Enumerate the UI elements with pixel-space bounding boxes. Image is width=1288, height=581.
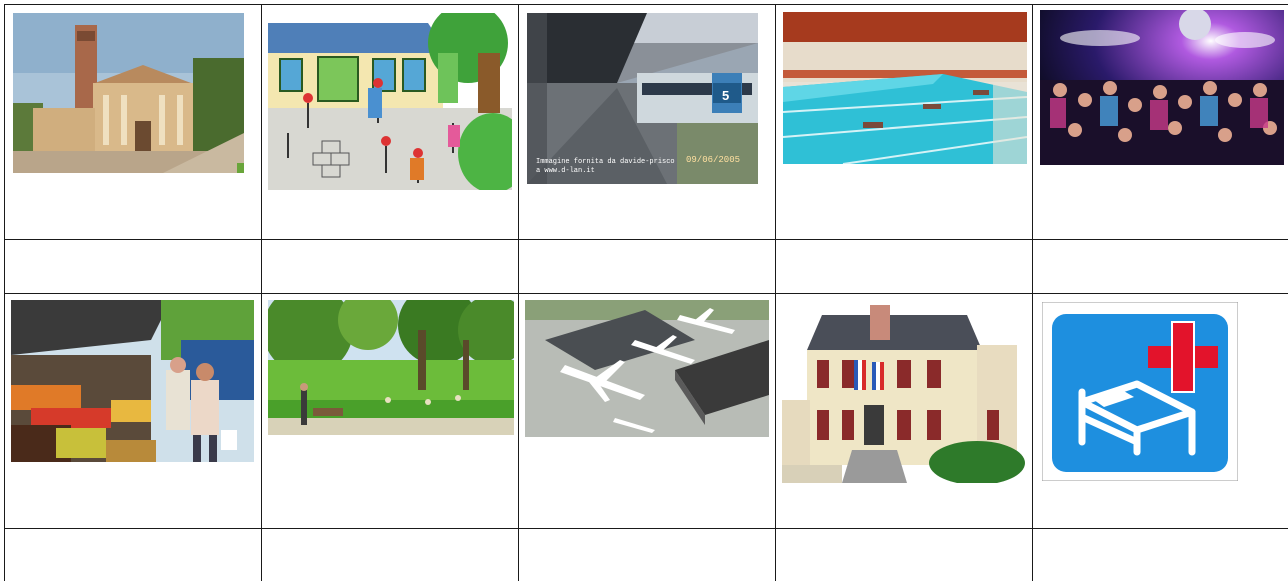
school-playground-icon — [268, 13, 512, 190]
park-icon — [268, 300, 514, 435]
answer-cell[interactable] — [776, 529, 1032, 581]
answer-cell[interactable] — [5, 529, 261, 581]
hospital-icon — [1042, 302, 1238, 481]
photo-date-stamp: 09/06/2005 — [686, 155, 741, 165]
answer-cell[interactable] — [262, 529, 518, 581]
swimming-pool-icon — [783, 12, 1027, 164]
church-icon — [13, 13, 244, 173]
disco-icon — [1040, 10, 1284, 165]
answer-cell[interactable] — [519, 529, 775, 581]
photo-caption-line: Immagine fornita da davide-prisco — [536, 158, 675, 166]
answer-cell[interactable] — [1033, 529, 1288, 581]
town-hall-icon — [782, 300, 1026, 483]
row-divider — [4, 293, 1288, 294]
worksheet-table: 5 Immagine fornita da davide-prisco a ww… — [0, 0, 1288, 581]
table-border-top — [4, 4, 1288, 5]
answer-cell[interactable] — [1033, 240, 1288, 293]
answer-cell[interactable] — [519, 240, 775, 293]
answer-cell[interactable] — [5, 240, 261, 293]
airport-icon — [525, 300, 769, 437]
answer-cell[interactable] — [776, 240, 1032, 293]
photo-caption-line: a www.d-lan.it — [536, 167, 595, 175]
market-icon — [11, 300, 254, 462]
answer-cell[interactable] — [262, 240, 518, 293]
platform-sign: 5 — [722, 88, 730, 103]
